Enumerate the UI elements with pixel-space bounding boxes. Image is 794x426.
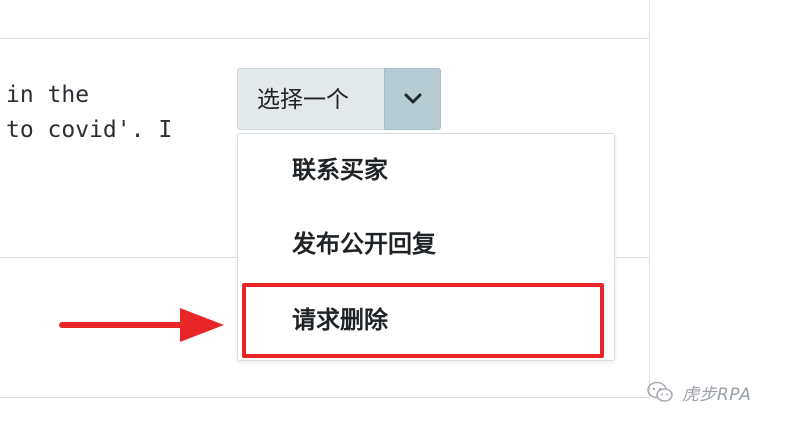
action-select[interactable]: 选择一个 <box>237 68 441 130</box>
menu-item-post-public-reply[interactable]: 发布公开回复 <box>238 214 614 274</box>
action-dropdown-menu: 联系买家 发布公开回复 请求删除 <box>237 133 615 361</box>
review-text: in the to covid'. I <box>6 78 206 148</box>
chevron-down-icon <box>404 93 421 104</box>
action-select-label[interactable]: 选择一个 <box>237 68 384 130</box>
wechat-icon <box>647 381 673 402</box>
annotation-arrow-icon <box>59 308 224 342</box>
panel-divider-top <box>0 38 650 39</box>
review-line-1: in the <box>6 82 90 108</box>
menu-item-request-removal[interactable]: 请求删除 <box>238 290 614 350</box>
menu-item-contact-buyer[interactable]: 联系买家 <box>238 140 614 200</box>
watermark-text: 虎步RPA <box>682 384 752 405</box>
watermark: 虎步RPA <box>646 378 751 406</box>
review-line-2: to covid'. I <box>6 117 173 143</box>
action-select-toggle-button[interactable] <box>384 68 441 130</box>
